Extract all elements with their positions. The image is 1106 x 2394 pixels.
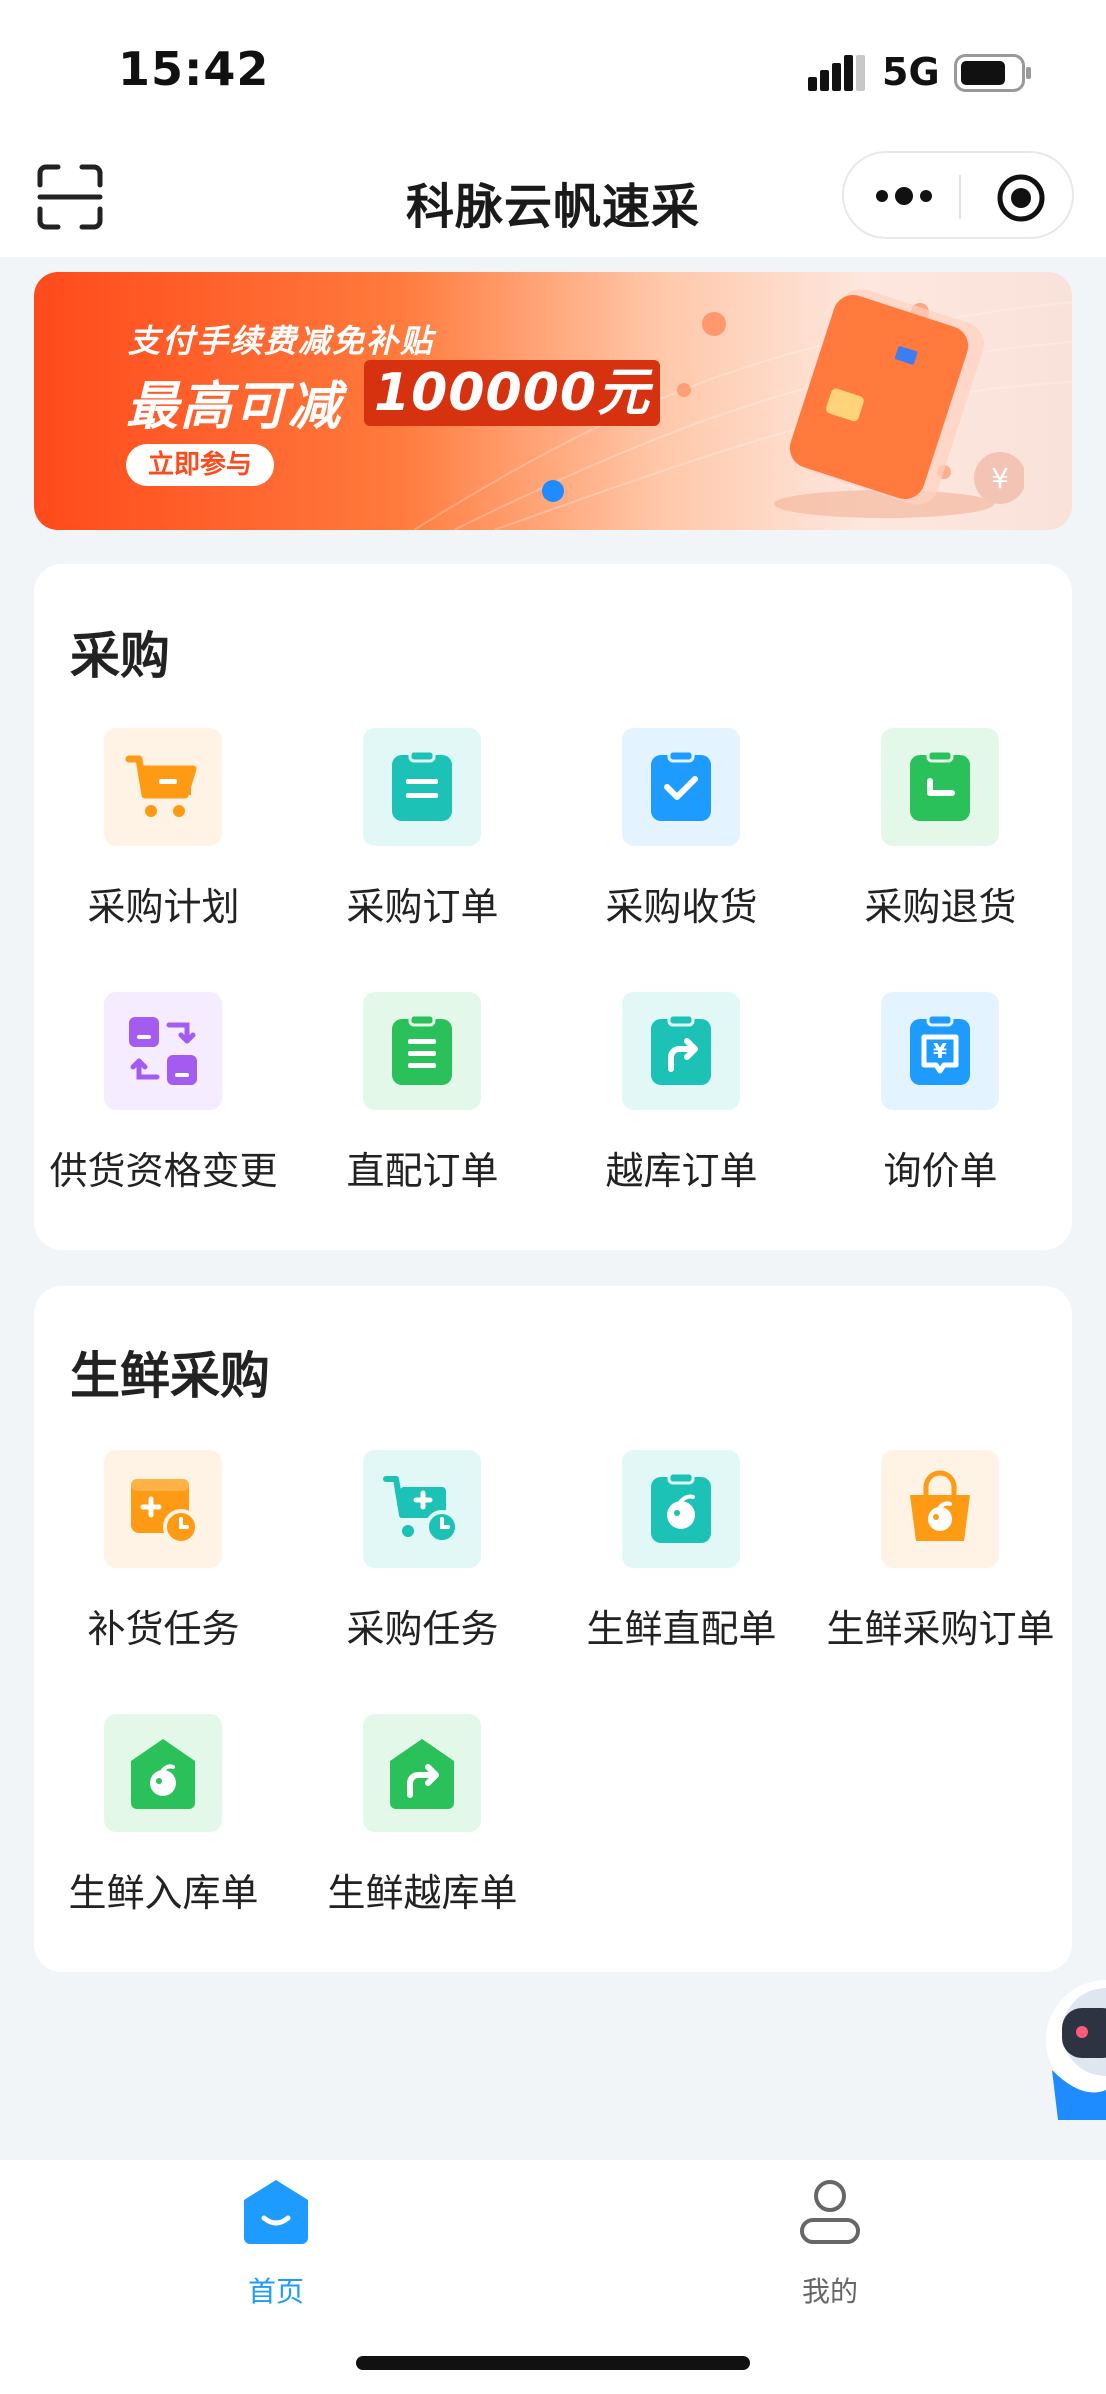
fresh-purchase-order-item[interactable]: 生鲜采购订单 [811,1450,1070,1690]
item-label: 采购退货 [864,885,1017,929]
item-label: 采购订单 [346,885,499,929]
replenishment-task-item[interactable]: 补货任务 [34,1450,293,1690]
battery-icon [954,54,1031,92]
promo-banner[interactable]: 支付手续费减免补贴 最高可减 100000元 立即参与 ¥ [34,272,1072,530]
credit-card-icon: ¥ [774,289,1024,518]
tab-label: 首页 [247,2275,304,2308]
item-label: 采购计划 [87,885,240,929]
svg-text:¥: ¥ [991,462,1009,495]
bag-fruit-icon [881,1450,999,1568]
home-indicator [356,2356,750,2370]
supplier-qualification-change-item[interactable]: 供货资格变更 [34,992,293,1232]
item-label: 直配订单 [346,1149,499,1193]
banner-join-button[interactable]: 立即参与 [126,444,275,486]
nav-bar: 科脉云帆速采 [0,145,1106,257]
clipboard-check-icon [622,728,740,846]
direct-delivery-order-item[interactable]: 直配订单 [293,992,552,1232]
procurement-plan-item[interactable]: 采购计划 [34,728,293,968]
status-bar: 15:42 5G [0,0,1106,145]
mini-program-capsule [842,151,1074,239]
more-icon[interactable] [874,181,934,211]
item-label: 采购收货 [605,885,758,929]
cart-plus-clock-icon [363,1450,481,1568]
status-time: 15:42 [118,42,270,96]
item-label: 越库订单 [605,1149,758,1193]
item-label: 生鲜采购订单 [826,1607,1055,1651]
shopping-cart-icon [104,728,222,846]
fresh-procurement-section: 生鲜采购 补货任务 采购任务 生鲜直配单 生鲜采购订单 生鲜入库单 生鲜越库单 [34,1286,1072,1972]
close-miniprogram-icon[interactable] [996,173,1046,223]
price-inquiry-icon: ¥ [881,992,999,1110]
banner-subheadline: 最高可减 [126,377,343,437]
house-forward-icon [363,1714,481,1832]
cross-dock-order-item[interactable]: 越库订单 [552,992,811,1232]
tab-label: 我的 [801,2275,858,2308]
price-inquiry-item[interactable]: ¥ 询价单 [811,992,1070,1232]
clipboard-forward-icon [622,992,740,1110]
clipboard-fruit-icon [622,1450,740,1568]
banner-amount: 100000元 [364,360,661,426]
assistant-robot-icon[interactable] [1022,1960,1106,2120]
swap-icon [104,992,222,1110]
tab-home[interactable]: 首页 [176,2178,376,2308]
clipboard-list-icon [363,728,481,846]
clipboard-return-icon [881,728,999,846]
item-label: 供货资格变更 [49,1149,278,1193]
item-label: 生鲜越库单 [327,1871,518,1915]
item-label: 生鲜直配单 [586,1607,777,1651]
item-label: 补货任务 [87,1607,240,1651]
carousel-indicator[interactable] [542,480,564,502]
item-label: 询价单 [883,1149,998,1193]
tab-profile[interactable]: 我的 [730,2178,930,2308]
fresh-inbound-item[interactable]: 生鲜入库单 [34,1714,293,1954]
purchase-receipt-item[interactable]: 采购收货 [552,728,811,968]
purchase-order-item[interactable]: 采购订单 [293,728,552,968]
svg-text:¥: ¥ [933,1039,947,1063]
section-title: 生鲜采购 [70,1347,270,1405]
item-label: 采购任务 [346,1607,499,1651]
purchase-return-item[interactable]: 采购退货 [811,728,1070,968]
house-fruit-icon [104,1714,222,1832]
capsule-divider [959,175,961,219]
clipboard-lines-icon [363,992,481,1110]
home-icon [244,2180,308,2244]
signal-icon [808,55,865,91]
procurement-section: 采购 采购计划 采购订单 采购收货 采购退货 供货资格变更 直配订单 越库订单 … [34,564,1072,1250]
fresh-cross-dock-item[interactable]: 生鲜越库单 [293,1714,552,1954]
section-title: 采购 [70,627,170,685]
fresh-direct-delivery-item[interactable]: 生鲜直配单 [552,1450,811,1690]
purchase-task-item[interactable]: 采购任务 [293,1450,552,1690]
box-plus-clock-icon [104,1450,222,1568]
item-label: 生鲜入库单 [68,1871,259,1915]
banner-headline: 支付手续费减免补贴 [128,322,435,360]
network-type: 5G [882,50,940,94]
profile-icon [800,2180,860,2244]
